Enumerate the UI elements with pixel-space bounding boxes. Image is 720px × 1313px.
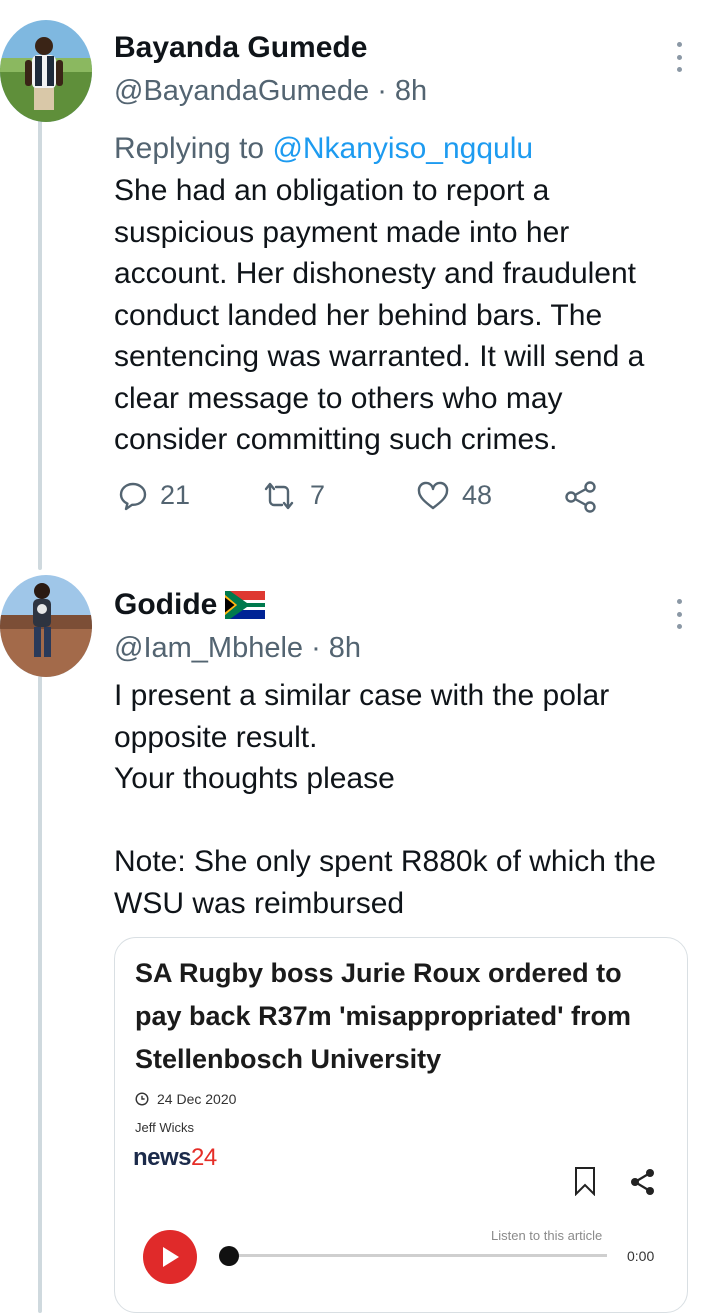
audio-progress-handle[interactable] xyxy=(219,1246,239,1266)
retweet-count: 7 xyxy=(310,480,326,510)
tweet-text: I present a similar case with the polar … xyxy=(114,679,656,920)
like-count: 48 xyxy=(462,480,493,510)
article-title[interactable]: SA Rugby boss Jurie Roux ordered to pay … xyxy=(135,952,675,1081)
link-card[interactable]: SA Rugby boss Jurie Roux ordered to pay … xyxy=(114,937,688,1313)
avatar[interactable] xyxy=(0,575,92,677)
action-bar: 21 7 48 xyxy=(114,480,614,520)
reply-icon xyxy=(119,482,147,510)
replying-to-label: Replying to xyxy=(114,132,273,165)
share-icon[interactable] xyxy=(629,1168,657,1196)
timestamp: · 8h xyxy=(377,75,428,107)
reply-count: 21 xyxy=(160,480,191,510)
timestamp: · 8h xyxy=(311,632,362,664)
south-africa-flag-icon xyxy=(225,591,266,619)
handle[interactable]: @BayandaGumede xyxy=(114,75,369,107)
news24-logo: news24 xyxy=(133,1144,217,1171)
thread-line xyxy=(38,676,42,1313)
play-icon xyxy=(163,1247,179,1267)
thread-line xyxy=(38,118,42,570)
display-name-text[interactable]: Godide xyxy=(114,587,217,623)
share-icon xyxy=(565,481,596,513)
replying-to: Replying to @Nkanyiso_ngqulu xyxy=(114,128,533,170)
retweet-button[interactable]: 7 xyxy=(260,480,325,511)
tweet-text: She had an obligation to report a suspic… xyxy=(114,174,645,456)
play-button[interactable] xyxy=(143,1230,197,1284)
avatar[interactable] xyxy=(0,20,92,122)
handle[interactable]: @Iam_Mbhele xyxy=(114,632,303,664)
like-button[interactable]: 48 xyxy=(416,480,492,511)
display-name[interactable]: Godide xyxy=(114,587,361,623)
retweet-icon xyxy=(264,482,294,509)
clock-icon xyxy=(135,1092,149,1106)
article-author: Jeff Wicks xyxy=(135,1120,194,1135)
display-name[interactable]: Bayanda Gumede xyxy=(114,30,427,66)
share-button[interactable] xyxy=(564,480,598,514)
more-options-icon[interactable] xyxy=(672,599,686,629)
more-options-icon[interactable] xyxy=(672,42,686,72)
reply-button[interactable]: 21 xyxy=(118,480,190,511)
audio-time: 0:00 xyxy=(627,1248,655,1264)
mention-link[interactable]: @Nkanyiso_ngqulu xyxy=(272,132,533,165)
audio-progress-track[interactable] xyxy=(227,1254,607,1257)
article-date-text: 24 Dec 2020 xyxy=(157,1091,237,1107)
heart-icon xyxy=(417,481,449,509)
bookmark-icon[interactable] xyxy=(573,1166,597,1196)
listen-label: Listen to this article xyxy=(491,1228,603,1243)
article-date: 24 Dec 2020 xyxy=(135,1091,236,1107)
